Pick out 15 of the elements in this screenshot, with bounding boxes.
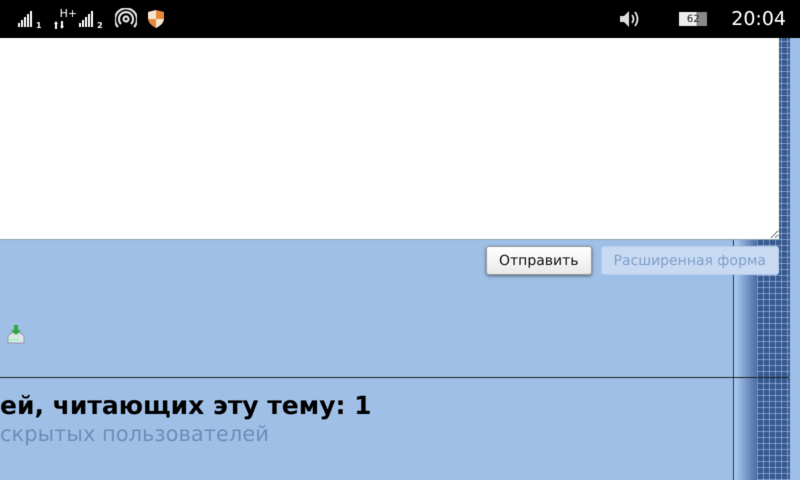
speaker-icon (619, 9, 642, 29)
message-input[interactable] (0, 38, 779, 240)
download-icon[interactable] (6, 325, 26, 345)
data-arrows-icon (54, 21, 64, 29)
sim-label: 1 (36, 21, 42, 30)
readers-heading: ей, читающих эту тему: 1 (0, 391, 372, 420)
send-button[interactable]: Отправить (486, 246, 592, 275)
hotspot-icon (114, 8, 137, 30)
signal-icon (18, 11, 34, 27)
network-type: H+ (60, 8, 78, 19)
sim-label: 2 (97, 21, 103, 30)
clock: 20:04 (731, 8, 786, 30)
battery-indicator: 62 (679, 12, 708, 26)
shield-icon (146, 9, 165, 29)
signal-icon (79, 11, 96, 27)
